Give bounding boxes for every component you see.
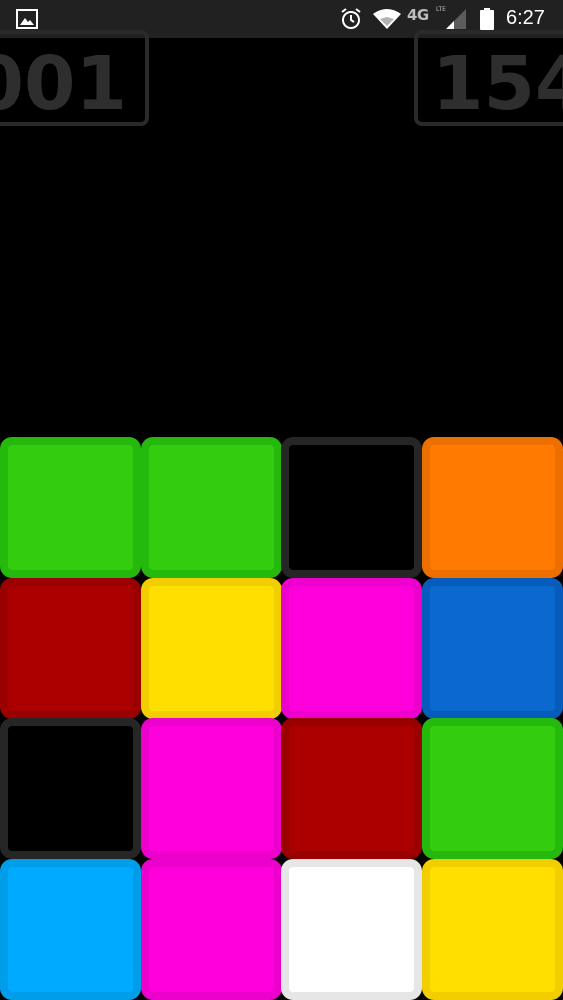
tile-r3-c2-magenta[interactable] <box>141 718 282 859</box>
tile-r3-c4-green[interactable] <box>422 718 563 859</box>
tile-r4-c3-white[interactable] <box>281 859 422 1000</box>
tile-r2-c3-magenta[interactable] <box>281 578 422 719</box>
image-notification-icon <box>16 9 38 29</box>
tile-r3-c1-empty[interactable] <box>0 718 141 859</box>
tile-r4-c4-yellow[interactable] <box>422 859 563 1000</box>
game-board <box>0 437 563 1000</box>
battery-icon <box>480 8 494 30</box>
left-score-box: 001 <box>0 30 149 126</box>
tile-r2-c2-yellow[interactable] <box>141 578 282 719</box>
tile-r1-c4-orange[interactable] <box>422 437 563 578</box>
left-score-value: 001 <box>0 41 127 126</box>
tile-r3-c3-red[interactable] <box>281 718 422 859</box>
network-sub-label: LTE <box>436 6 446 13</box>
tile-r1-c2-green[interactable] <box>141 437 282 578</box>
tile-r2-c1-red[interactable] <box>0 578 141 719</box>
status-time: 6:27 <box>506 7 545 29</box>
tile-r1-c3-empty[interactable] <box>281 437 422 578</box>
right-score-box: 154 <box>414 30 563 126</box>
network-type-label: 4G <box>407 6 429 24</box>
tile-r2-c4-blue[interactable] <box>422 578 563 719</box>
wifi-icon <box>373 9 401 29</box>
tile-r4-c1-cyan[interactable] <box>0 859 141 1000</box>
tile-r1-c1-green[interactable] <box>0 437 141 578</box>
cell-signal-icon <box>446 9 466 29</box>
alarm-icon <box>341 8 361 29</box>
right-score-value: 154 <box>432 41 563 126</box>
tile-r4-c2-magenta[interactable] <box>141 859 282 1000</box>
